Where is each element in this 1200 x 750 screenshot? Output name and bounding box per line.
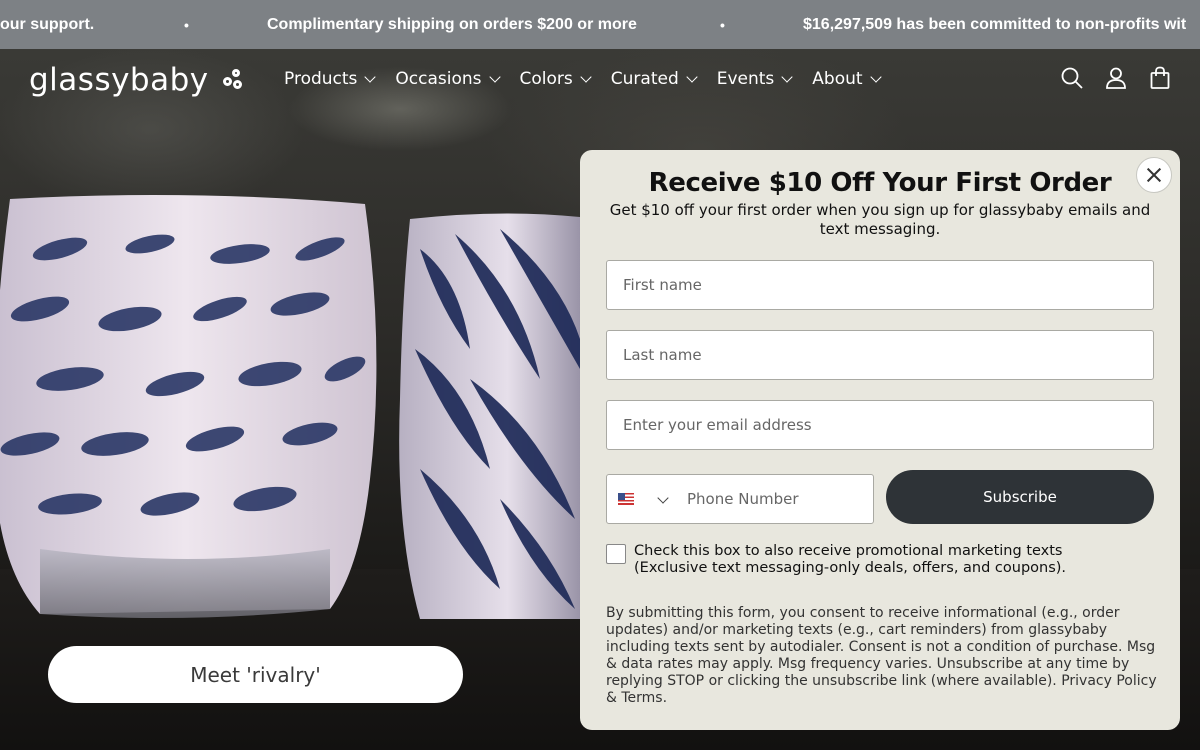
terms-separator: & bbox=[606, 690, 617, 706]
nav-item-label: Events bbox=[716, 69, 775, 89]
meet-rivalry-button[interactable]: Meet 'rivalry' bbox=[48, 646, 463, 703]
announcement-text-shipping[interactable]: Complimentary shipping on orders $200 or… bbox=[267, 16, 637, 34]
search-icon[interactable] bbox=[1060, 66, 1084, 90]
announcement-separator: • bbox=[720, 17, 725, 33]
popup-title: Receive $10 Off Your First Order bbox=[648, 168, 1112, 198]
subscribe-button[interactable]: Subscribe bbox=[886, 470, 1154, 524]
nav-item-occasions[interactable]: Occasions bbox=[395, 69, 501, 89]
sms-marketing-checkbox[interactable] bbox=[606, 544, 626, 564]
consent-disclaimer: By submitting this form, you consent to … bbox=[606, 605, 1162, 707]
email-input[interactable] bbox=[606, 400, 1154, 450]
main-nav: Products Occasions Colors Curated Events… bbox=[284, 69, 901, 89]
first-name-input[interactable] bbox=[606, 260, 1154, 310]
nav-item-label: Colors bbox=[519, 69, 573, 89]
nav-item-curated[interactable]: Curated bbox=[610, 69, 698, 89]
chevron-down-icon bbox=[364, 71, 377, 83]
brand-logo[interactable]: glassybaby bbox=[29, 62, 245, 98]
sms-marketing-label[interactable]: Check this box to also receive promotion… bbox=[634, 543, 1134, 577]
brand-name: glassybaby bbox=[29, 62, 209, 98]
chevron-down-icon bbox=[580, 71, 592, 83]
announcement-text-left: our support. bbox=[0, 16, 95, 33]
phone-field bbox=[606, 474, 874, 524]
terms-link[interactable]: Terms. bbox=[621, 690, 667, 706]
popup-subtitle: Get $10 off your first order when you si… bbox=[609, 201, 1151, 238]
chevron-down-icon bbox=[488, 71, 501, 83]
nav-item-label: Occasions bbox=[395, 69, 482, 89]
logo-mark-icon bbox=[222, 69, 245, 91]
chevron-down-icon bbox=[869, 71, 882, 83]
nav-item-label: Products bbox=[284, 69, 358, 89]
nav-item-products[interactable]: Products bbox=[284, 69, 377, 89]
bag-icon[interactable] bbox=[1148, 66, 1172, 90]
announcement-separator: • bbox=[184, 17, 189, 33]
account-icon[interactable] bbox=[1104, 66, 1128, 90]
chevron-down-icon bbox=[686, 71, 698, 83]
header-icons bbox=[1060, 66, 1172, 90]
nav-item-label: Curated bbox=[610, 69, 679, 89]
nav-item-colors[interactable]: Colors bbox=[519, 69, 592, 89]
us-flag-icon[interactable] bbox=[618, 493, 634, 505]
nav-item-about[interactable]: About bbox=[812, 69, 882, 89]
chevron-down-icon[interactable] bbox=[657, 492, 669, 504]
privacy-policy-link[interactable]: Privacy Policy bbox=[1061, 673, 1156, 689]
last-name-input[interactable] bbox=[606, 330, 1154, 380]
phone-number-input[interactable] bbox=[677, 475, 867, 523]
nav-item-events[interactable]: Events bbox=[716, 69, 793, 89]
announcement-text-nonprofits[interactable]: $16,297,509 has been committed to non-pr… bbox=[803, 16, 1186, 34]
chevron-down-icon bbox=[781, 71, 793, 83]
nav-item-label: About bbox=[812, 69, 863, 89]
announcement-bar: our support. • Complimentary shipping on… bbox=[0, 0, 1200, 49]
